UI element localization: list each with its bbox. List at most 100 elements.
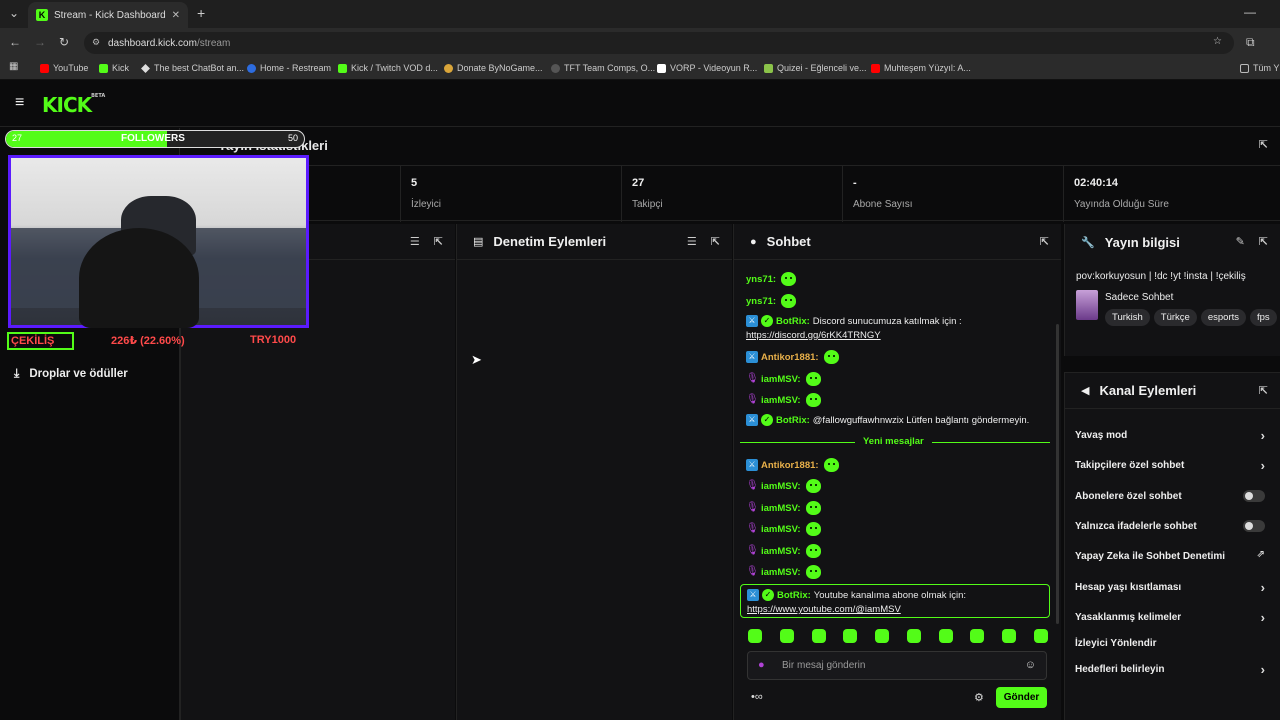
followers-label: FOLLOWERS bbox=[121, 133, 185, 144]
toggle-switch[interactable] bbox=[1243, 490, 1265, 502]
back-icon[interactable]: ← bbox=[9, 35, 21, 49]
popout-icon[interactable]: ⇱ bbox=[434, 235, 443, 248]
chat-username[interactable]: yns71: bbox=[746, 274, 776, 285]
toggle-switch[interactable] bbox=[1243, 520, 1265, 532]
followers-goal-bar: 27 FOLLOWERS 50 bbox=[5, 130, 305, 148]
emote-icon[interactable] bbox=[970, 629, 985, 643]
chat-username[interactable]: Antikor1881: bbox=[761, 352, 819, 363]
chat-username[interactable]: BotRix: bbox=[776, 415, 810, 426]
emote-icon[interactable] bbox=[1002, 629, 1017, 643]
chat-username[interactable]: yns71: bbox=[746, 296, 776, 307]
bookmark-tft[interactable]: TFT Team Comps, O... bbox=[551, 63, 655, 73]
url-field[interactable]: ⚙ dashboard.kick.com/stream ☆ bbox=[84, 32, 1234, 54]
new-tab-icon[interactable]: + bbox=[197, 5, 205, 21]
chat-text: @fallowguffawhnwzix Lütfen bağlantı gönd… bbox=[812, 414, 1030, 426]
channel-action-item[interactable]: Abonelere özel sohbet bbox=[1075, 490, 1275, 502]
kick-logo[interactable]: KICKBETA bbox=[42, 93, 105, 117]
bookmark-kick[interactable]: Kick bbox=[99, 63, 129, 73]
popout-icon[interactable]: ⇱ bbox=[711, 235, 720, 248]
popout-icon[interactable]: ⇱ bbox=[1259, 138, 1268, 151]
chat-users-icon[interactable]: •∞ bbox=[751, 691, 763, 703]
panel-header: 🔧 Yayın bilgisi ✎ ⇱ bbox=[1065, 224, 1280, 260]
bookmark-label: Home - Restream bbox=[260, 63, 332, 73]
channel-action-item[interactable]: Yalnızca ifadelerle sohbet bbox=[1075, 520, 1275, 532]
channel-action-item[interactable]: Yavaş mod › bbox=[1075, 428, 1275, 443]
popout-icon[interactable]: ⇱ bbox=[1259, 235, 1268, 248]
filter-icon[interactable]: ☰ bbox=[687, 235, 697, 248]
emote-icon[interactable] bbox=[843, 629, 858, 643]
category-thumbnail bbox=[1076, 290, 1098, 320]
bookmark-youtube[interactable]: YouTube bbox=[40, 63, 88, 73]
menu-icon[interactable]: ≡ bbox=[15, 94, 24, 112]
stats-header: Yayın İstatistikleri ⇱ bbox=[180, 128, 1280, 164]
moderation-panel: ▤ Denetim Eylemleri ☰ ⇱ ➤ bbox=[456, 224, 732, 720]
bookmark-chatbot[interactable]: The best ChatBot an... bbox=[141, 63, 244, 73]
close-tab-icon[interactable]: ✕ bbox=[172, 10, 180, 21]
emote-icon[interactable] bbox=[906, 629, 921, 643]
chat-link[interactable]: https://discord.gg/6rKK4TRNGY bbox=[746, 330, 881, 341]
emoji-icon[interactable]: ☺ bbox=[1025, 659, 1036, 671]
bookmark-restream[interactable]: Home - Restream bbox=[247, 63, 331, 73]
bookmark-all[interactable]: Tüm Y bbox=[1240, 63, 1279, 73]
tag[interactable]: Türkçe bbox=[1153, 309, 1197, 326]
pinned-message[interactable]: ⚔ ✓ BotRix: Youtube kanalıma abone olmak … bbox=[740, 584, 1050, 618]
chat-message: 🎙 iamMSV: bbox=[746, 544, 821, 558]
edit-pencil-icon[interactable]: ✎ bbox=[1236, 235, 1245, 248]
reload-icon[interactable]: ↻ bbox=[59, 35, 69, 49]
tag[interactable]: fps bbox=[1250, 309, 1277, 326]
popout-icon[interactable]: ⇱ bbox=[1040, 235, 1049, 248]
channel-action-item[interactable]: Yapay Zeka ile Sohbet Denetimi ⇗ bbox=[1075, 549, 1275, 562]
chat-scrollbar[interactable] bbox=[1056, 324, 1059, 624]
chat-input[interactable]: ● Bir mesaj gönderin ☺ bbox=[747, 651, 1047, 680]
chat-username[interactable]: iamMSV: bbox=[761, 374, 801, 385]
person bbox=[79, 228, 199, 328]
bookmark-quizei[interactable]: Quizei - Eğlenceli ve... bbox=[764, 63, 867, 73]
chat-username[interactable]: BotRix: bbox=[776, 316, 810, 327]
channel-action-label: Yapay Zeka ile Sohbet Denetimi bbox=[1075, 551, 1226, 562]
tag[interactable]: esports bbox=[1200, 309, 1246, 326]
settings-gear-icon[interactable]: ⚙ bbox=[974, 691, 984, 704]
send-button[interactable]: Gönder bbox=[996, 687, 1047, 708]
forward-icon[interactable]: → bbox=[34, 35, 46, 49]
channel-action-item[interactable]: Hesap yaşı kısıtlaması › bbox=[1075, 580, 1275, 595]
emote-icon[interactable] bbox=[779, 629, 794, 643]
chat-message: 🎙 iamMSV: bbox=[746, 522, 821, 536]
emote-icon[interactable] bbox=[1033, 629, 1048, 643]
cekilis-goal: TRY1000 bbox=[250, 334, 297, 346]
chat-username[interactable]: iamMSV: bbox=[761, 481, 801, 492]
channel-action-item[interactable]: İzleyici Yönlendir bbox=[1075, 638, 1275, 649]
tag[interactable]: Turkish bbox=[1105, 309, 1150, 326]
chat-message: 🎙 iamMSV: bbox=[746, 565, 821, 579]
chat-username[interactable]: iamMSV: bbox=[761, 524, 801, 535]
chat-username[interactable]: Antikor1881: bbox=[761, 460, 819, 471]
chat-username[interactable]: iamMSV: bbox=[761, 546, 801, 557]
site-info-icon[interactable]: ⚙ bbox=[92, 37, 100, 48]
apps-grid-icon[interactable]: ▦ bbox=[9, 61, 18, 72]
extensions-icon[interactable]: ⧉ bbox=[1246, 35, 1255, 50]
channel-action-item[interactable]: Takipçilere özel sohbet › bbox=[1075, 458, 1275, 473]
chat-message: yns71: bbox=[746, 294, 797, 308]
chat-username[interactable]: iamMSV: bbox=[761, 567, 801, 578]
drops-link[interactable]: ⤓ Droplar ve ödüller bbox=[14, 366, 128, 381]
emote-icon[interactable] bbox=[875, 629, 890, 643]
bookmark-vorp[interactable]: VORP - Videoyun R... bbox=[657, 63, 757, 73]
pinned-link[interactable]: https://www.youtube.com/@iamMSV bbox=[747, 604, 901, 615]
channel-action-label: Yavaş mod bbox=[1075, 430, 1128, 441]
bookmark-donate[interactable]: Donate ByNoGame... bbox=[444, 63, 543, 73]
popout-icon[interactable]: ⇱ bbox=[1259, 384, 1268, 397]
channel-action-item[interactable]: Hedefleri belirleyin › bbox=[1075, 662, 1275, 677]
tab-list-icon[interactable]: ⌄ bbox=[9, 6, 19, 20]
bookmark-muhtesem[interactable]: Muhteşem Yüzyıl: A... bbox=[871, 63, 971, 73]
bookmark-vod[interactable]: Kick / Twitch VOD d... bbox=[338, 63, 438, 73]
followers-goal: 50 bbox=[287, 133, 298, 143]
chat-username[interactable]: iamMSV: bbox=[761, 395, 801, 406]
filter-icon[interactable]: ☰ bbox=[410, 235, 420, 248]
emote-icon[interactable] bbox=[748, 629, 762, 643]
channel-action-item[interactable]: Yasaklanmış kelimeler › bbox=[1075, 610, 1275, 625]
chat-username[interactable]: iamMSV: bbox=[761, 503, 801, 514]
bookmark-star-icon[interactable]: ☆ bbox=[1213, 36, 1222, 47]
minimize-icon[interactable]: — bbox=[1244, 5, 1256, 19]
emote-icon[interactable] bbox=[938, 629, 953, 643]
emote-icon[interactable] bbox=[811, 629, 826, 643]
browser-tab[interactable]: K Stream - Kick Dashboard ✕ bbox=[28, 2, 188, 28]
